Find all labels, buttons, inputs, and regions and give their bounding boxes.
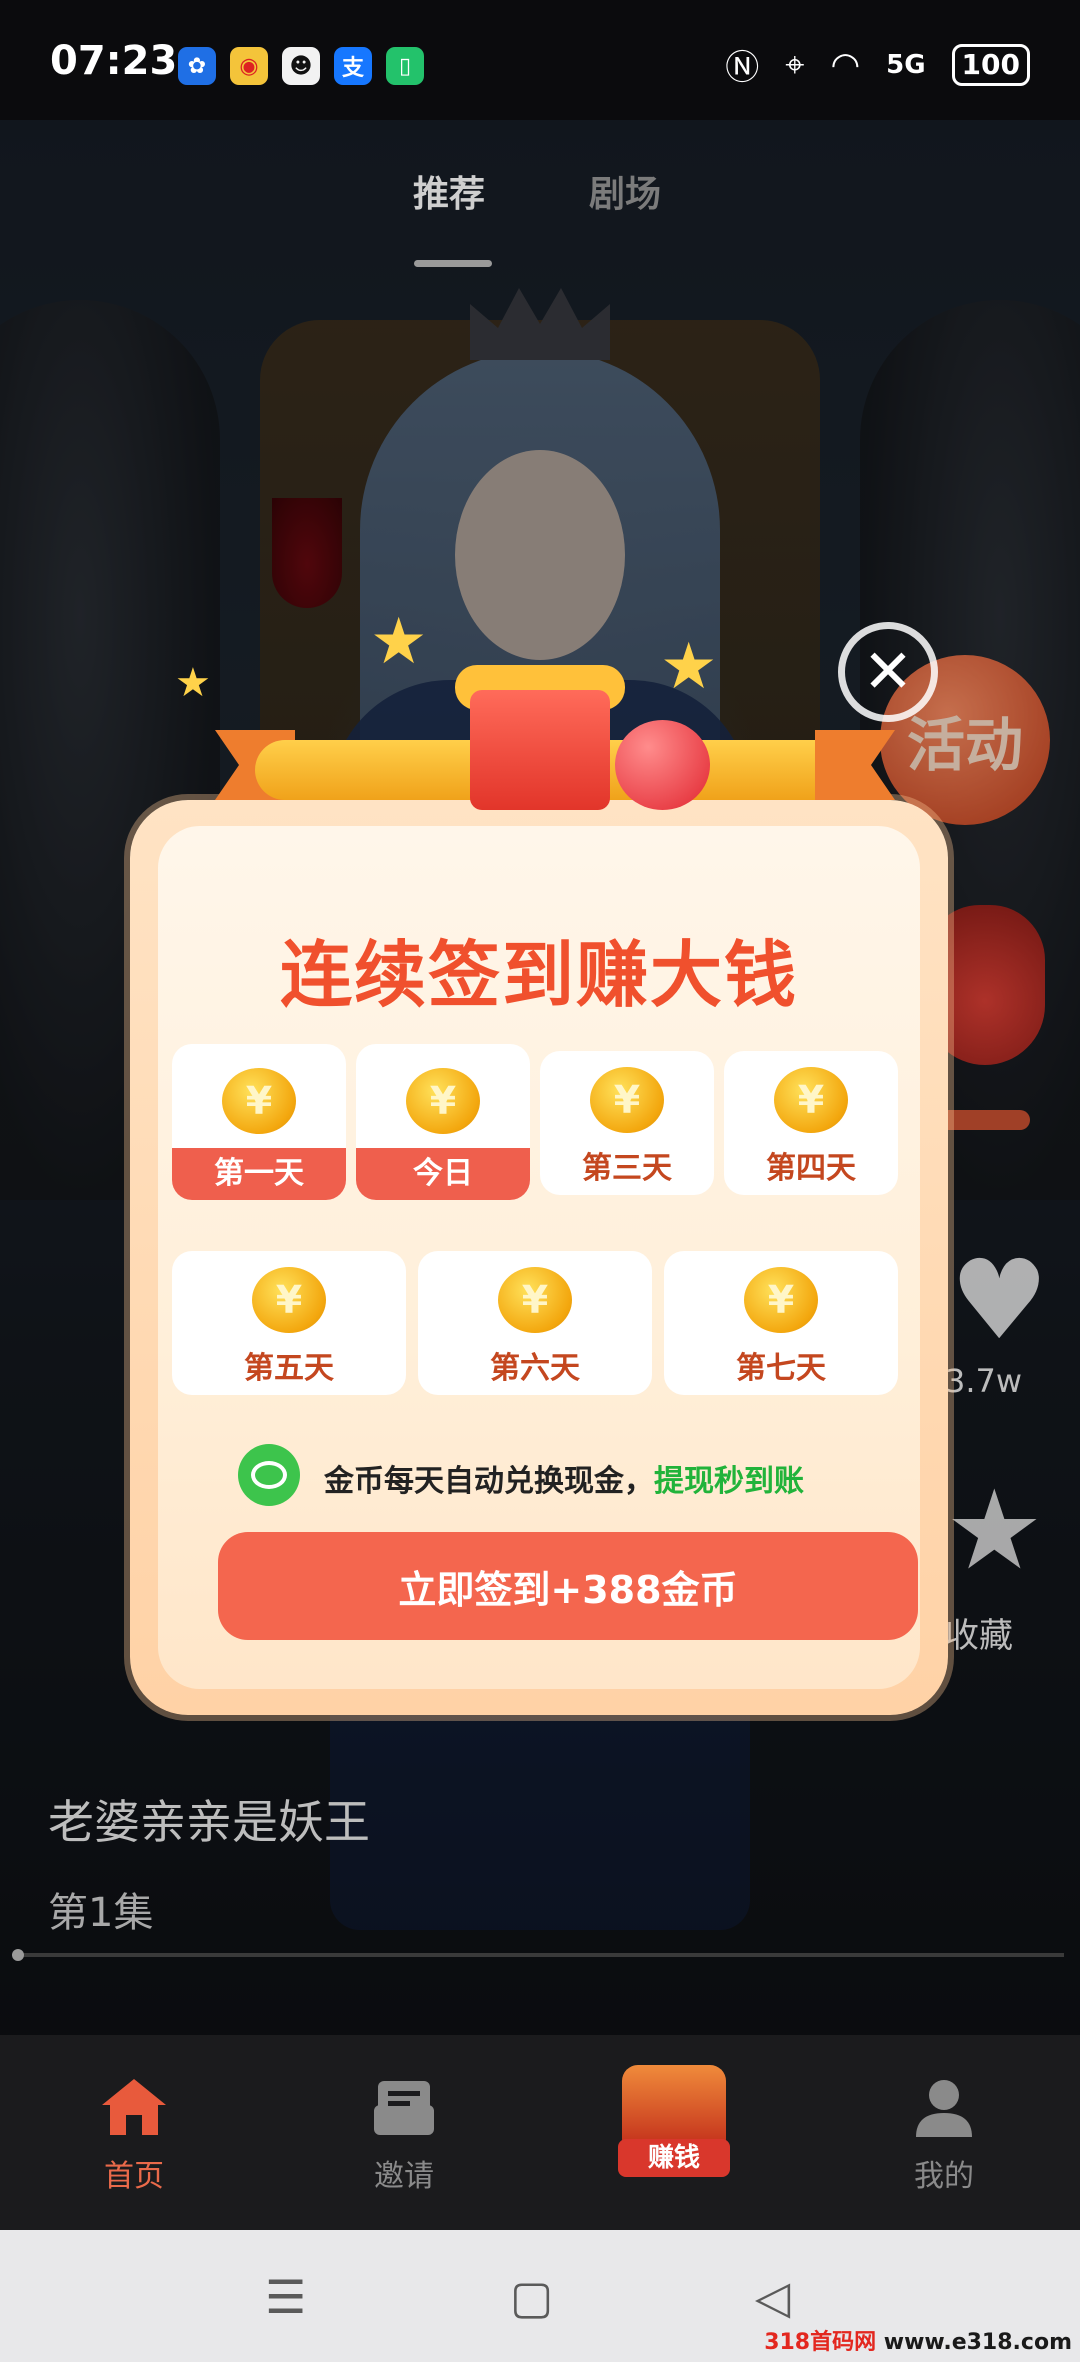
day-label: 第六天 xyxy=(490,1351,580,1386)
close-icon: ✕ xyxy=(862,637,914,707)
hint-main-text: 金币每天自动兑换现金， xyxy=(324,1464,654,1499)
gold-coin-icon: ¥ xyxy=(744,1267,818,1333)
location-icon: ⌖ xyxy=(785,44,805,85)
day-label: 第五天 xyxy=(244,1351,334,1386)
like-count: 3.7w xyxy=(945,1362,1023,1400)
gold-coin-icon: ¥ xyxy=(252,1267,326,1333)
watermark-text: www.e318.com xyxy=(876,2330,1072,2355)
active-tab-indicator xyxy=(414,260,492,267)
battery-saver-app-icon: ▯ xyxy=(386,47,424,85)
back-triangle-icon[interactable]: ◁ xyxy=(755,2274,790,2320)
signin-button[interactable]: 立即签到+388金币 xyxy=(218,1532,918,1640)
day-card[interactable]: ¥ 第一天 xyxy=(172,1044,346,1200)
drama-title[interactable]: 老婆亲亲是妖王 xyxy=(48,1786,370,1852)
gold-coin-icon: ¥ xyxy=(590,1067,664,1133)
qq-app-icon: ☻ xyxy=(282,47,320,85)
day-card[interactable]: ¥ 第七天 xyxy=(664,1251,898,1395)
favorite-label: 收藏 xyxy=(945,1616,1013,1656)
nav-mine-label: 我的 xyxy=(914,2159,974,2194)
nav-mine[interactable]: 我的 xyxy=(864,2075,1024,2195)
invite-icon xyxy=(374,2081,434,2135)
watermark-red-text: 318首码网 xyxy=(764,2330,877,2355)
system-icons: Ⓝ ⌖ ◠ 5G 100 xyxy=(725,40,1030,89)
nav-home[interactable]: 首页 xyxy=(54,2075,214,2195)
sparkle-star-icon: ★ xyxy=(175,660,211,706)
sparkle-star-icon: ★ xyxy=(370,605,428,679)
status-bar: 07:23 ✿ ◉ ☻ 支 ▯ Ⓝ ⌖ ◠ 5G 100 xyxy=(0,0,1080,120)
day-card[interactable]: ¥ 第三天 xyxy=(540,1051,714,1195)
video-progress-handle[interactable] xyxy=(12,1949,24,1961)
gift-box-icon xyxy=(470,690,610,810)
modal-title: 连续签到赚大钱 xyxy=(279,933,798,1017)
profile-icon xyxy=(916,2080,972,2137)
checkin-modal-body: 连续签到赚大钱 ¥ 第一天 ¥ 今日 ¥ 第三天 ¥ 第四天 ¥ 第五天 ¥ 第… xyxy=(158,826,920,1689)
nfc-icon: Ⓝ xyxy=(725,48,760,88)
gold-coin-icon: ¥ xyxy=(774,1067,848,1133)
day-card[interactable]: ¥ 第六天 xyxy=(418,1251,652,1395)
ribbon-tail-right xyxy=(815,730,895,800)
nav-earn[interactable]: 赚钱 xyxy=(618,2065,730,2185)
gold-coin-icon: ¥ xyxy=(222,1068,296,1134)
alipay-app-icon: 支 xyxy=(334,47,372,85)
hint-highlight-text: 提现秒到账 xyxy=(654,1464,804,1499)
home-icon xyxy=(102,2079,166,2135)
day-label: 第七天 xyxy=(736,1351,826,1386)
nav-invite-label: 邀请 xyxy=(374,2159,434,2194)
nav-earn-label: 赚钱 xyxy=(618,2139,730,2177)
bottom-tab-bar: 首页 邀请 我的 xyxy=(0,2035,1080,2230)
menu-icon[interactable]: ☰ xyxy=(265,2274,306,2320)
wechat-icon xyxy=(238,1444,300,1506)
watermark: 318首码网 www.e318.com xyxy=(764,2324,1072,2356)
gold-coin-icon: ¥ xyxy=(406,1068,480,1134)
wifi-icon: ◠ xyxy=(830,44,861,85)
system-navigation-bar: ☰ ▢ ◁ 318首码网 www.e318.com xyxy=(0,2230,1080,2362)
day-label: 第四天 xyxy=(766,1151,856,1186)
pinwheel-app-icon: ✿ xyxy=(178,47,216,85)
checkin-modal: 连续签到赚大钱 ¥ 第一天 ¥ 今日 ¥ 第三天 ¥ 第四天 ¥ 第五天 ¥ 第… xyxy=(130,800,948,1715)
tab-theater[interactable]: 剧场 xyxy=(589,165,661,217)
hint-text: 金币每天自动兑换现金，提现秒到账 xyxy=(324,1456,804,1500)
video-progress-track[interactable] xyxy=(14,1953,1064,1957)
gold-coin-icon: ¥ xyxy=(498,1267,572,1333)
like-heart-icon[interactable]: ♥ xyxy=(950,1245,1049,1355)
day-label: 今日 xyxy=(356,1148,530,1200)
notification-icons: ✿ ◉ ☻ 支 ▯ xyxy=(178,47,424,85)
nav-home-label: 首页 xyxy=(104,2159,164,2194)
favorite-star-icon[interactable]: ★ xyxy=(945,1475,1044,1585)
clock: 07:23 xyxy=(50,38,178,84)
weibo-app-icon: ◉ xyxy=(230,47,268,85)
day-card[interactable]: ¥ 今日 xyxy=(356,1044,530,1200)
battery-icon: 100 xyxy=(951,43,1030,86)
day-label: 第三天 xyxy=(582,1151,672,1186)
heart-balloon-icon xyxy=(615,720,710,810)
nav-invite[interactable]: 邀请 xyxy=(324,2075,484,2195)
day-label: 第一天 xyxy=(172,1148,346,1200)
sparkle-star-icon: ★ xyxy=(660,630,718,704)
close-button[interactable]: ✕ xyxy=(838,622,938,722)
day-card[interactable]: ¥ 第四天 xyxy=(724,1051,898,1195)
tab-recommend[interactable]: 推荐 xyxy=(413,165,485,217)
cellular-signal-icon: 5G xyxy=(886,49,926,80)
home-square-icon[interactable]: ▢ xyxy=(510,2274,553,2320)
episode-label[interactable]: 第1集 xyxy=(48,1880,153,1938)
gift-icon xyxy=(622,2065,726,2145)
day-card[interactable]: ¥ 第五天 xyxy=(172,1251,406,1395)
cashout-hint: 金币每天自动兑换现金，提现秒到账 xyxy=(238,1444,838,1506)
